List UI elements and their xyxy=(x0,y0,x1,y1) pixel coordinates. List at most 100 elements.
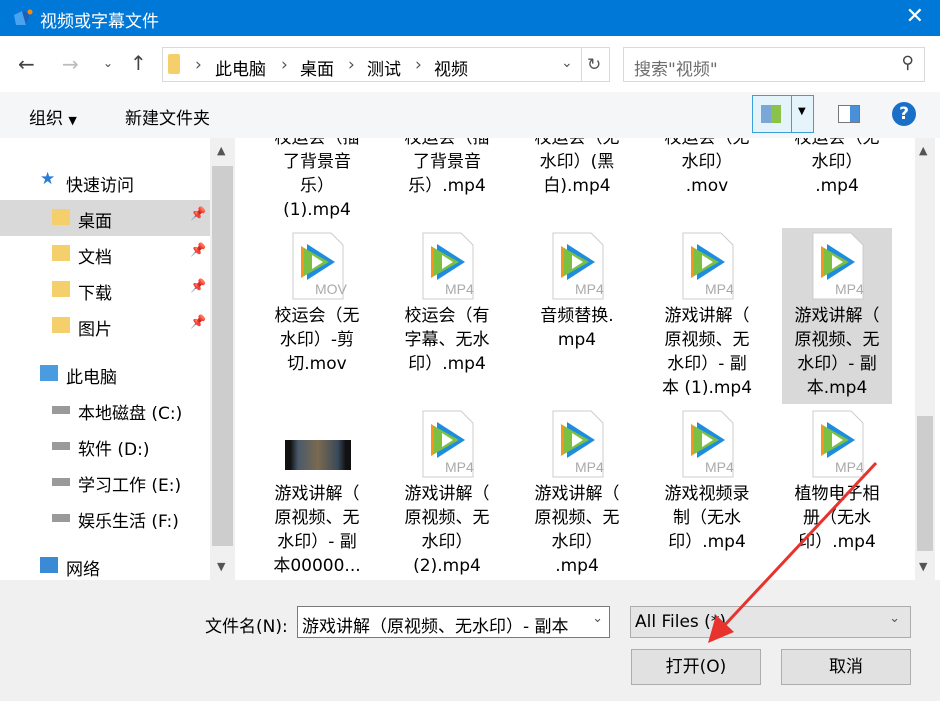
sidebar-item[interactable]: 文档 📌 xyxy=(0,236,210,272)
search-placeholder: 搜索"视频" xyxy=(634,60,718,80)
svg-text:MP4: MP4 xyxy=(445,459,474,475)
file-item[interactable]: 校运会（插 了背景音 乐）.mp4 xyxy=(392,138,502,226)
file-name: 游戏讲解（ 原视频、无 水印）- 副 本00000... xyxy=(273,484,361,576)
drive-icon xyxy=(52,514,70,522)
toolbar: 组织 ▼ 新建文件夹 ▼ ? xyxy=(0,92,940,138)
file-item[interactable]: 校运会（无 水印）(黑 白).mp4 xyxy=(522,138,632,226)
sidebar-item[interactable]: 下载 📌 xyxy=(0,272,210,308)
svg-text:MP4: MP4 xyxy=(835,459,864,475)
file-item[interactable]: 校运会（插 了背景音 乐） (1).mp4 xyxy=(262,138,372,226)
sidebar-scroll-thumb[interactable] xyxy=(212,166,233,546)
file-item[interactable]: MP4 游戏讲解（ 原视频、无 水印）- 副 本.mp4 xyxy=(782,228,892,404)
file-item[interactable]: MP4 游戏讲解（ 原视频、无 水印） .mp4 xyxy=(522,406,632,580)
svg-text:MP4: MP4 xyxy=(705,459,734,475)
new-folder-button[interactable]: 新建文件夹 xyxy=(125,104,210,129)
file-item[interactable]: MP4 音频替换. mp4 xyxy=(522,228,632,404)
sidebar-item[interactable]: 娱乐生活 (F:) xyxy=(0,500,210,536)
app-logo-icon xyxy=(14,9,33,25)
organize-label: 组织 xyxy=(29,109,63,129)
breadcrumb-item[interactable]: 测试 xyxy=(367,55,401,80)
content-scrollbar[interactable]: ▲ ▼ xyxy=(915,138,935,580)
refresh-button[interactable]: ↻ xyxy=(587,55,601,75)
file-item[interactable]: MP4 游戏讲解（ 原视频、无 水印）- 副 本 (1).mp4 xyxy=(652,228,762,404)
view-options-button[interactable]: ▼ xyxy=(752,95,814,133)
up-button[interactable]: ↑ xyxy=(130,51,147,75)
breadcrumb-item[interactable]: 此电脑 xyxy=(215,55,266,80)
folder-icon xyxy=(168,54,180,74)
address-bar[interactable]: › 此电脑 › 桌面 › 测试 › 视频 ⌄ ↻ xyxy=(162,47,610,82)
video-thumbnail xyxy=(285,410,351,478)
sidebar-item[interactable]: ★ 快速访问 xyxy=(0,164,210,200)
preview-pane-button[interactable] xyxy=(838,105,860,123)
file-item[interactable]: 游戏讲解（ 原视频、无 水印）- 副 本00000... xyxy=(262,406,372,580)
sidebar-item[interactable]: 本地磁盘 (C:) xyxy=(0,392,210,428)
file-item[interactable]: MP4 游戏视频录 制（无水 印）.mp4 xyxy=(652,406,762,580)
video-file-icon: MP4 xyxy=(675,232,739,300)
file-name: 音频替换. mp4 xyxy=(540,306,614,350)
pin-icon[interactable]: 📌 xyxy=(190,207,206,222)
svg-text:MOV: MOV xyxy=(315,281,348,297)
video-file-icon: MP4 xyxy=(675,410,739,478)
sidebar-item-label: 娱乐生活 (F:) xyxy=(78,512,179,532)
file-item[interactable]: MP4 校运会（有 字幕、无水 印）.mp4 xyxy=(392,228,502,404)
sidebar-item[interactable]: 桌面 📌 xyxy=(0,200,210,236)
filename-dropdown-icon[interactable]: ⌄ xyxy=(592,611,603,626)
sidebar-item-label: 桌面 xyxy=(78,212,112,232)
content-scroll-thumb[interactable] xyxy=(917,416,933,551)
sidebar-item[interactable]: 学习工作 (E:) xyxy=(0,464,210,500)
file-item[interactable]: MOV 校运会（无 水印）-剪 切.mov xyxy=(262,228,372,404)
pin-icon[interactable]: 📌 xyxy=(190,243,206,258)
file-name: 校运会（有 字幕、无水 印）.mp4 xyxy=(404,306,490,374)
organize-menu[interactable]: 组织 ▼ xyxy=(29,104,77,129)
filename-value: 游戏讲解（原视频、无水印）- 副本 xyxy=(302,617,569,637)
address-dropdown[interactable]: ⌄ xyxy=(561,55,573,71)
file-item[interactable]: MP4 植物电子相 册（无水 印）.mp4 xyxy=(782,406,892,580)
sidebar-item[interactable]: 此电脑 xyxy=(0,356,210,392)
back-button[interactable]: ← xyxy=(18,52,35,76)
file-name: 游戏讲解（ 原视频、无 水印）- 副 本.mp4 xyxy=(794,306,880,398)
breadcrumb-item[interactable]: 桌面 xyxy=(300,55,334,80)
cancel-button[interactable]: 取消 xyxy=(781,649,911,685)
sidebar-scrollbar[interactable]: ▲ ▼ xyxy=(210,138,235,580)
file-name: 校运会（无 水印）(黑 白).mp4 xyxy=(534,138,620,196)
file-item[interactable]: 校运会（无 水印） .mov xyxy=(652,138,762,226)
pin-icon[interactable]: 📌 xyxy=(190,279,206,294)
sidebar-item-label: 图片 xyxy=(78,320,112,340)
help-button[interactable]: ? xyxy=(892,102,916,126)
bottom-panel: 文件名(N): 游戏讲解（原视频、无水印）- 副本 ⌄ All Files (*… xyxy=(0,580,940,701)
chevron-down-icon: ⌄ xyxy=(889,611,900,626)
open-button[interactable]: 打开(O) xyxy=(631,649,761,685)
forward-button[interactable]: → xyxy=(62,52,79,76)
file-name: 校运会（插 了背景音 乐）.mp4 xyxy=(404,138,490,196)
pin-icon[interactable]: 📌 xyxy=(190,315,206,330)
video-file-icon: MP4 xyxy=(805,410,869,478)
drive-icon xyxy=(52,442,70,450)
sidebar-item-label: 此电脑 xyxy=(66,368,117,388)
breadcrumb-item[interactable]: 视频 xyxy=(434,55,468,80)
close-button[interactable]: ✕ xyxy=(906,4,924,29)
view-dropdown-icon[interactable]: ▼ xyxy=(798,106,806,117)
filename-input[interactable]: 游戏讲解（原视频、无水印）- 副本 ⌄ xyxy=(297,606,610,638)
star-icon: ★ xyxy=(40,169,56,189)
download-icon xyxy=(52,281,70,297)
file-name: 游戏视频录 制（无水 印）.mp4 xyxy=(664,484,750,552)
sidebar-item[interactable]: 软件 (D:) xyxy=(0,428,210,464)
recent-locations-dropdown[interactable]: ⌄ xyxy=(103,56,113,70)
file-item[interactable]: MP4 游戏讲解（ 原视频、无 水印） (2).mp4 xyxy=(392,406,502,580)
video-file-icon: MP4 xyxy=(415,232,479,300)
file-type-value: All Files (*) xyxy=(635,612,726,632)
file-name: 校运会（插 了背景音 乐） (1).mp4 xyxy=(274,138,360,220)
file-item[interactable]: 校运会（无 水印） .mp4 xyxy=(782,138,892,226)
svg-text:MP4: MP4 xyxy=(445,281,474,297)
sidebar-item[interactable]: 网络 xyxy=(0,548,210,580)
sidebar-item[interactable]: 图片 📌 xyxy=(0,308,210,344)
search-box[interactable]: 搜索"视频" ⚲ xyxy=(623,47,925,82)
sidebar-item-label: 网络 xyxy=(66,560,100,580)
file-name: 游戏讲解（ 原视频、无 水印）- 副 本 (1).mp4 xyxy=(661,306,753,398)
search-icon[interactable]: ⚲ xyxy=(902,53,914,73)
video-file-icon: MP4 xyxy=(415,410,479,478)
file-name: 校运会（无 水印） .mov xyxy=(664,138,750,196)
sidebar-item-label: 学习工作 (E:) xyxy=(78,476,182,496)
file-type-select[interactable]: All Files (*) ⌄ xyxy=(630,606,911,638)
file-name: 校运会（无 水印）-剪 切.mov xyxy=(274,306,360,374)
